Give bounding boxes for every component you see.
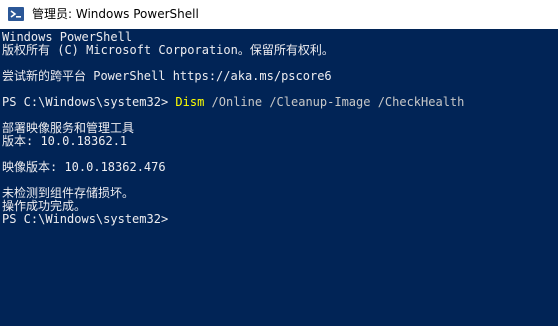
console-prompt: PS C:\Windows\system32>: [2, 95, 176, 109]
console-prompt-line: PS C:\Windows\system32>: [2, 212, 169, 226]
console-command-line: PS C:\Windows\system32> Dism /Online /Cl…: [2, 96, 558, 109]
title-bar[interactable]: 管理员: Windows PowerShell: [0, 0, 558, 29]
console-text-area: Windows PowerShell 版权所有 (C) Microsoft Cor…: [2, 31, 558, 226]
powershell-window: 管理员: Windows PowerShell Windows PowerShe…: [0, 0, 558, 326]
console-output-line: 映像版本: 10.0.18362.476: [2, 160, 166, 174]
console-command-args: /Online /Cleanup-Image /CheckHealth: [204, 95, 465, 109]
console-output-line: 版本: 10.0.18362.1: [2, 134, 128, 148]
powershell-icon: [8, 7, 24, 21]
console-output-line: 尝试新的跨平台 PowerShell https://aka.ms/pscore…: [2, 69, 332, 83]
console-output-line: 版权所有 (C) Microsoft Corporation。保留所有权利。: [2, 43, 334, 57]
window-title: 管理员: Windows PowerShell: [32, 7, 199, 21]
console-command: Dism: [175, 95, 205, 109]
console-output[interactable]: Windows PowerShell 版权所有 (C) Microsoft Cor…: [0, 29, 558, 326]
